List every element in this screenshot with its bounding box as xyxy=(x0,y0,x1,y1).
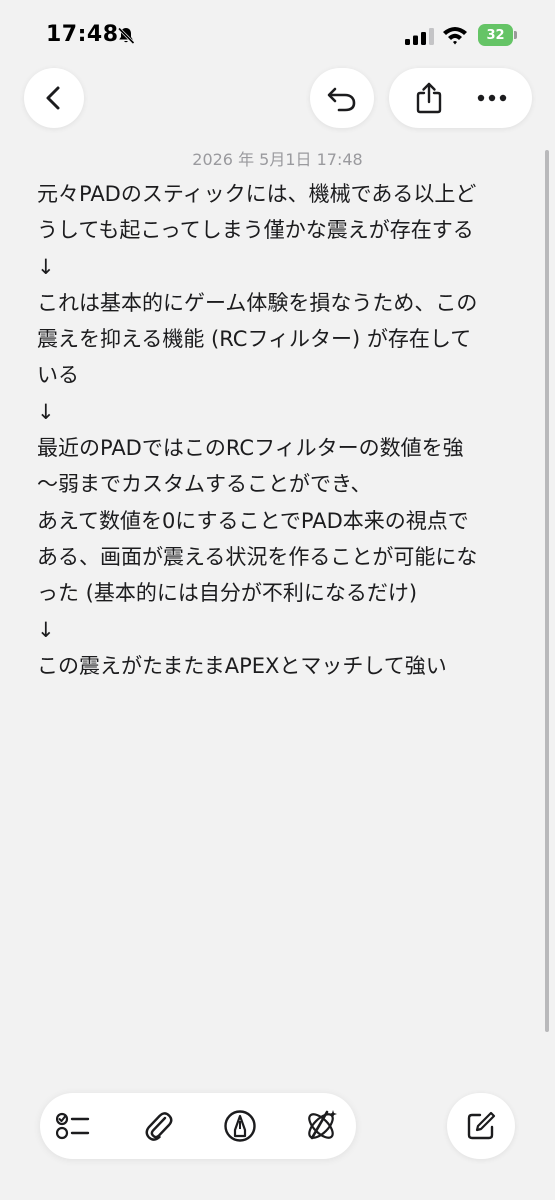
note-line: ↓ xyxy=(37,617,55,642)
note-line: 最近のPADではこのRCフィルターの数値を強 xyxy=(37,436,464,461)
note-line: 〜弱までカスタムすることができ、 xyxy=(37,472,372,497)
scrollbar[interactable] xyxy=(545,150,549,1032)
battery-cap xyxy=(514,31,517,39)
note-line: この震えがたまたまAPEXとマッチして強い xyxy=(37,653,447,678)
note-line: いる xyxy=(37,363,79,388)
cellular-signal-icon xyxy=(405,28,434,45)
undo-button[interactable] xyxy=(310,68,374,128)
note-line: った (基本的には自分が不利になるだけ) xyxy=(37,581,418,606)
bottom-toolbar xyxy=(40,1093,356,1159)
note-line: うしても起こってしまう僅かな震えが存在する xyxy=(37,218,474,243)
note-date: 2026 年 5月1日 17:48 xyxy=(192,150,363,169)
actions-pill xyxy=(389,68,532,128)
compose-icon xyxy=(467,1111,496,1140)
share-icon xyxy=(416,82,441,114)
note-line: これは基本的にゲーム体験を損なうため、この xyxy=(37,290,478,315)
note-line: 元々PADのスティックには、機械である以上ど xyxy=(37,182,477,206)
back-button[interactable] xyxy=(24,68,84,128)
markup-pen-icon xyxy=(224,1110,256,1142)
undo-icon xyxy=(327,87,356,112)
note-line: あえて数値を0にすることでPAD本来の視点で xyxy=(37,508,469,533)
attachment-button[interactable] xyxy=(140,1107,178,1145)
status-time: 17:48 xyxy=(46,22,119,47)
checklist-icon xyxy=(56,1112,90,1140)
more-icon xyxy=(478,94,507,102)
wifi-icon xyxy=(443,27,467,45)
battery-level: 32 xyxy=(478,24,513,46)
chevron-left-icon xyxy=(46,86,60,110)
note-line: ある、画面が震える状況を作ることが可能にな xyxy=(37,544,478,569)
writing-tools-icon xyxy=(308,1110,337,1140)
checklist-button[interactable] xyxy=(54,1107,92,1145)
paperclip-icon xyxy=(145,1112,173,1141)
more-button[interactable] xyxy=(470,76,514,120)
note-body[interactable]: 元々PADのスティックには、機械である以上ど うしても起こってしまう僅かな震えが… xyxy=(37,176,521,684)
notes-screen: 17:48 32 2026 年 5月1日 17:48 元々PADのスティックには… xyxy=(0,0,555,1200)
note-line: 震えを抑える機能 (RCフィルター) が存在して xyxy=(37,327,472,352)
writing-tools-button[interactable] xyxy=(302,1107,340,1145)
compose-button[interactable] xyxy=(447,1093,515,1159)
note-line: ↓ xyxy=(37,399,55,424)
markup-button[interactable] xyxy=(221,1107,259,1145)
share-button[interactable] xyxy=(407,76,451,120)
bell-slash-icon xyxy=(117,27,135,45)
battery-icon: 32 xyxy=(478,24,518,46)
note-line: ↓ xyxy=(37,254,55,279)
status-bar: 17:48 32 xyxy=(0,0,555,72)
